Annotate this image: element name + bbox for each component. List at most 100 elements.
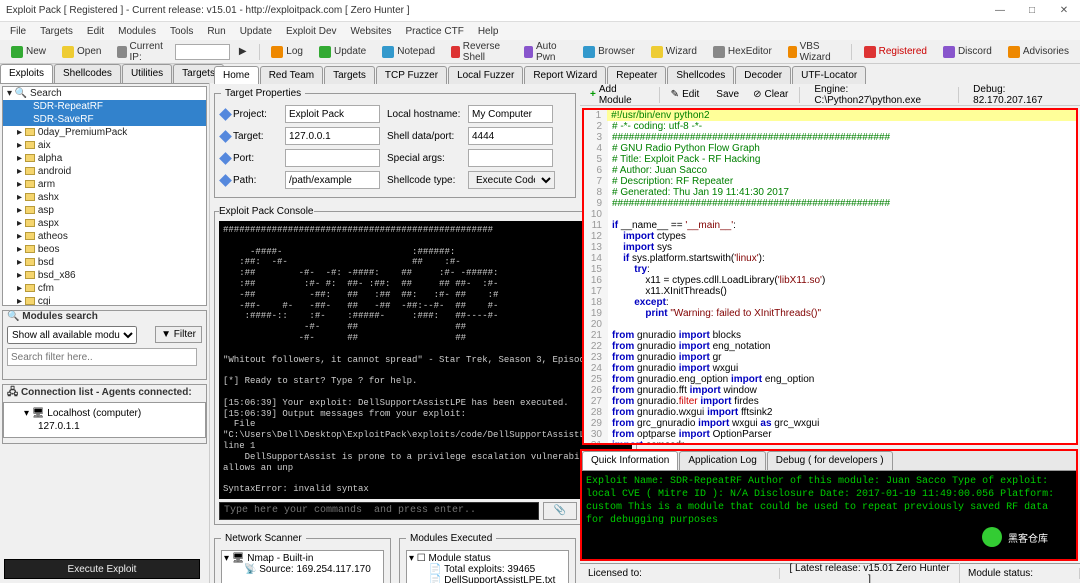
- code-line[interactable]: 5# Title: Exploit Pack - RF Hacking: [584, 154, 1076, 165]
- code-line[interactable]: 18 except:: [584, 297, 1076, 308]
- code-editor[interactable]: 1#!/usr/bin/env python22# -*- coding: ut…: [584, 110, 1076, 443]
- vbs-wizard-button[interactable]: VBS Wizard: [781, 38, 846, 66]
- tab-tcp-fuzzer[interactable]: TCP Fuzzer: [376, 66, 447, 84]
- code-line[interactable]: 2# -*- coding: utf-8 -*-: [584, 121, 1076, 132]
- filter-input[interactable]: [7, 348, 197, 366]
- tab-repeater[interactable]: Repeater: [607, 66, 666, 84]
- code-line[interactable]: 3#######################################…: [584, 132, 1076, 143]
- tab-red-team[interactable]: Red Team: [260, 66, 323, 84]
- code-line[interactable]: 15 try:: [584, 264, 1076, 275]
- code-line[interactable]: 8# Generated: Thu Jan 19 11:41:30 2017: [584, 187, 1076, 198]
- network-scanner-tree[interactable]: ▾ 🖥 Nmap - Built-in 📡 Source: 169.254.11…: [221, 550, 384, 583]
- code-line[interactable]: 1#!/usr/bin/env python2: [584, 110, 1076, 121]
- new-button[interactable]: New: [4, 43, 53, 61]
- menu-run[interactable]: Run: [201, 24, 231, 39]
- code-line[interactable]: 23from gnuradio import gr: [584, 352, 1076, 363]
- tree-item[interactable]: ▸ asp: [3, 204, 206, 217]
- reverse-shell-button[interactable]: Reverse Shell: [444, 38, 515, 66]
- tree-item[interactable]: ▸ bsd: [3, 256, 206, 269]
- tree-item[interactable]: ▸ beos: [3, 243, 206, 256]
- menu-practice-ctf[interactable]: Practice CTF: [399, 24, 469, 39]
- code-line[interactable]: 22from gnuradio import eng_notation: [584, 341, 1076, 352]
- tree-item[interactable]: ▸ atheos: [3, 230, 206, 243]
- minimize-icon[interactable]: —: [990, 5, 1010, 16]
- menu-websites[interactable]: Websites: [345, 24, 398, 39]
- tab-shellcodes[interactable]: Shellcodes: [667, 66, 734, 84]
- exploit-tree[interactable]: ▾ 🔍 SearchSDR-RepeatRFSDR-SaveRF▸ 0day_P…: [2, 86, 207, 306]
- target-input[interactable]: [285, 127, 380, 145]
- code-line[interactable]: 7# Description: RF Repeater: [584, 176, 1076, 187]
- code-line[interactable]: 28from gnuradio.wxgui import fftsink2: [584, 407, 1076, 418]
- tree-item[interactable]: ▸ cgi: [3, 295, 206, 306]
- code-line[interactable]: 25from gnuradio.eng_option import eng_op…: [584, 374, 1076, 385]
- console-output[interactable]: ########################################…: [219, 221, 632, 499]
- tree-item[interactable]: ▸ aix: [3, 139, 206, 152]
- browser-button[interactable]: Browser: [576, 43, 642, 61]
- tree-item[interactable]: SDR-RepeatRF: [3, 100, 206, 113]
- shellport-input[interactable]: [468, 127, 553, 145]
- tree-item[interactable]: ▸ 0day_PremiumPack: [3, 126, 206, 139]
- add-module-button[interactable]: + Add Module: [584, 84, 654, 108]
- menu-tools[interactable]: Tools: [164, 24, 199, 39]
- modules-combo[interactable]: Show all available modules: [7, 326, 137, 344]
- shellcode-type-select[interactable]: Execute Code: [468, 171, 555, 189]
- current-ip-input[interactable]: [175, 44, 230, 60]
- tree-search[interactable]: ▾ 🔍 Search: [3, 87, 206, 100]
- modules-executed-tree[interactable]: ▾ ☐ Module status 📄 Total exploits: 3946…: [406, 550, 569, 583]
- log-button[interactable]: Log: [264, 43, 310, 61]
- open-button[interactable]: Open: [55, 43, 108, 61]
- tree-item[interactable]: ▸ arm: [3, 178, 206, 191]
- update-button[interactable]: Update: [312, 43, 373, 61]
- code-line[interactable]: 13 import sys: [584, 242, 1076, 253]
- tree-item[interactable]: ▸ cfm: [3, 282, 206, 295]
- code-line[interactable]: 16 x11 = ctypes.cdll.LoadLibrary('libX11…: [584, 275, 1076, 286]
- tab-local-fuzzer[interactable]: Local Fuzzer: [448, 66, 523, 84]
- code-line[interactable]: 31import osmosdr: [584, 440, 1076, 443]
- advisories-button[interactable]: Advisories: [1001, 43, 1076, 61]
- menu-edit[interactable]: Edit: [81, 24, 110, 39]
- tree-item[interactable]: ▸ android: [3, 165, 206, 178]
- tree-item[interactable]: ▸ ashx: [3, 191, 206, 204]
- code-line[interactable]: 29from grc_gnuradio import wxgui as grc_…: [584, 418, 1076, 429]
- conn-item[interactable]: ▾ 🖥 Localhost (computer): [8, 407, 201, 420]
- hexeditor-button[interactable]: HexEditor: [706, 43, 779, 61]
- info-tab-0[interactable]: Quick Information: [582, 451, 678, 470]
- tree-item[interactable]: ▸ aspx: [3, 217, 206, 230]
- menu-targets[interactable]: Targets: [34, 24, 79, 39]
- edit-button[interactable]: ✎ Edit: [665, 87, 706, 102]
- conn-item[interactable]: 127.0.1.1: [8, 420, 201, 433]
- code-line[interactable]: 14 if sys.platform.startswith('linux'):: [584, 253, 1076, 264]
- project-input[interactable]: [285, 105, 380, 123]
- info-tab-2[interactable]: Debug ( for developers ): [767, 451, 893, 470]
- menu-help[interactable]: Help: [472, 24, 505, 39]
- code-line[interactable]: 24from gnuradio import wxgui: [584, 363, 1076, 374]
- menu-exploit-dev[interactable]: Exploit Dev: [280, 24, 343, 39]
- code-line[interactable]: 20: [584, 319, 1076, 330]
- autopwn-button[interactable]: Auto Pwn: [517, 38, 574, 66]
- code-line[interactable]: 10: [584, 209, 1076, 220]
- code-line[interactable]: 12 import ctypes: [584, 231, 1076, 242]
- tab-decoder[interactable]: Decoder: [735, 66, 791, 84]
- tab-shellcodes[interactable]: Shellcodes: [54, 64, 121, 83]
- tab-utf-locator[interactable]: UTF-Locator: [792, 66, 866, 84]
- maximize-icon[interactable]: □: [1022, 5, 1042, 16]
- wizard-button[interactable]: Wizard: [644, 43, 704, 61]
- console-attach-icon[interactable]: 📎: [543, 502, 577, 520]
- menu-update[interactable]: Update: [234, 24, 278, 39]
- ip-go-button[interactable]: ▶: [232, 43, 254, 60]
- save-button[interactable]: Save: [707, 87, 745, 102]
- clear-button[interactable]: ⊘ Clear: [747, 87, 794, 102]
- tab-exploits[interactable]: Exploits: [0, 64, 53, 83]
- tab-targets[interactable]: Targets: [324, 66, 375, 84]
- code-line[interactable]: 17 x11.XInitThreads(): [584, 286, 1076, 297]
- menu-modules[interactable]: Modules: [112, 24, 162, 39]
- notepad-button[interactable]: Notepad: [375, 43, 442, 61]
- args-input[interactable]: [468, 149, 553, 167]
- tree-item[interactable]: ▸ bsd_x86: [3, 269, 206, 282]
- tree-item[interactable]: ▸ alpha: [3, 152, 206, 165]
- tab-home[interactable]: Home: [214, 66, 259, 84]
- filter-button[interactable]: ▼ Filter: [155, 326, 202, 343]
- code-line[interactable]: 21from gnuradio import blocks: [584, 330, 1076, 341]
- registered-button[interactable]: Registered: [857, 43, 934, 61]
- code-line[interactable]: 27from gnuradio.filter import firdes: [584, 396, 1076, 407]
